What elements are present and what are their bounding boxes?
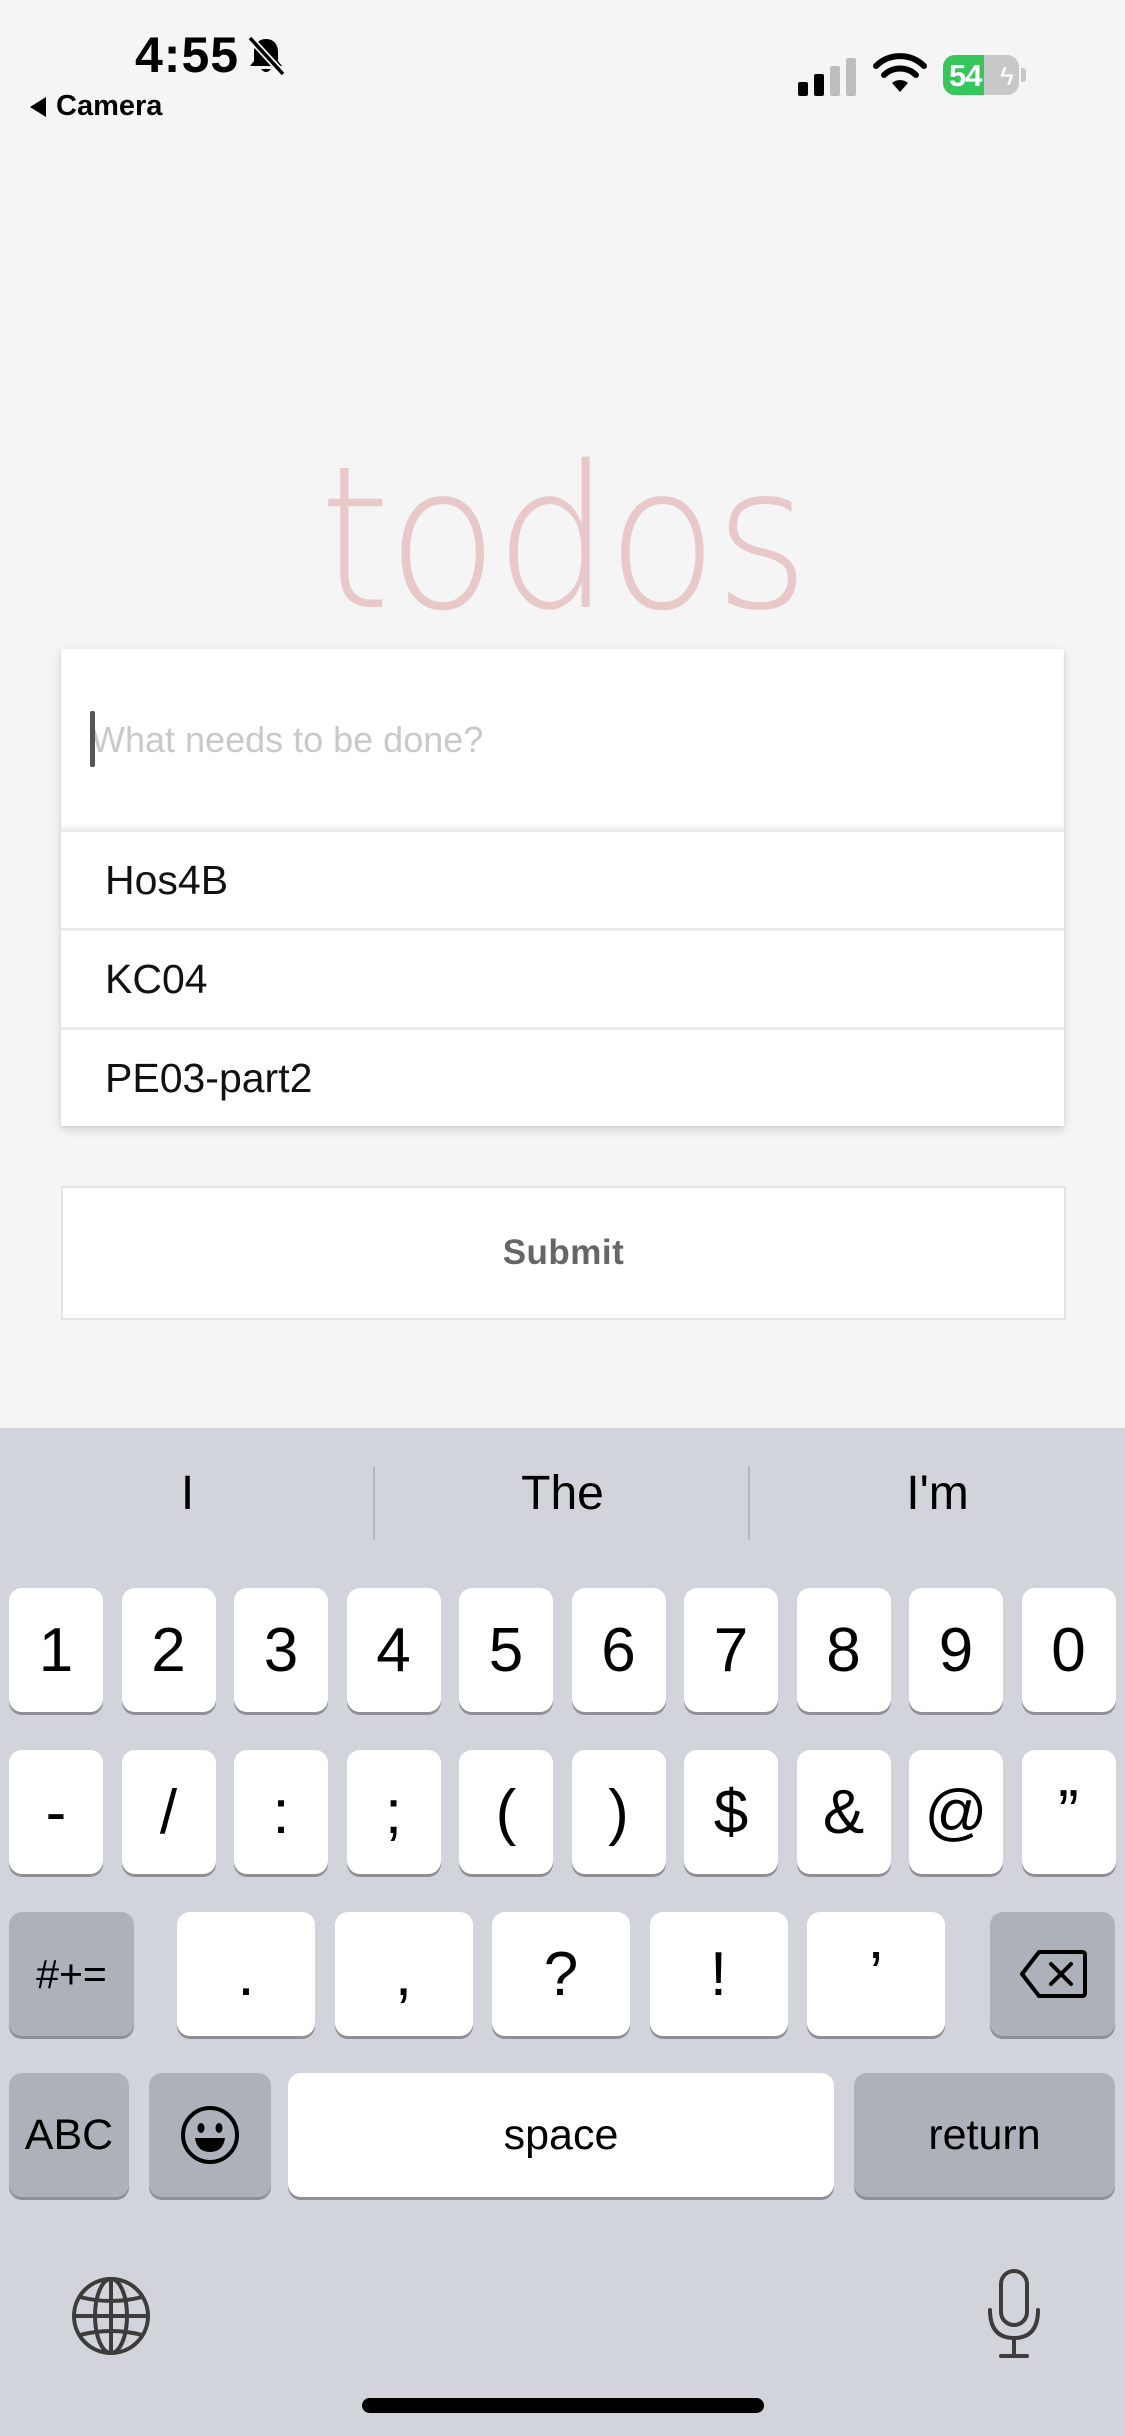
todo-item[interactable]: KC04 <box>61 928 1064 1027</box>
key[interactable]: ? <box>492 1912 630 2036</box>
key[interactable]: / <box>121 1750 216 1874</box>
key[interactable]: ) <box>571 1750 666 1874</box>
key[interactable]: ! <box>649 1912 788 2036</box>
app-title: todos <box>319 423 809 654</box>
key[interactable]: ’ <box>807 1912 945 2036</box>
suggestion-item[interactable]: The <box>375 1466 750 1521</box>
todo-item[interactable]: PE03-part2 <box>61 1027 1064 1126</box>
new-todo-input[interactable] <box>89 709 1023 771</box>
key[interactable]: 1 <box>9 1588 103 1712</box>
submit-button[interactable]: Submit <box>61 1186 1066 1320</box>
suggestion-item[interactable]: I'm <box>750 1466 1125 1521</box>
key[interactable]: 0 <box>1021 1588 1116 1712</box>
home-indicator[interactable] <box>362 2398 764 2413</box>
space-key[interactable]: space <box>288 2073 834 2197</box>
todo-list: Hos4B KC04 PE03-part2 <box>61 829 1064 1126</box>
status-bar: 4:55 Camera 54 ϟ <box>0 0 1125 130</box>
suggestion-item[interactable]: I <box>0 1466 375 1521</box>
bell-slash-icon <box>247 35 286 77</box>
microphone-icon[interactable] <box>985 2268 1043 2360</box>
key[interactable]: 8 <box>796 1588 891 1712</box>
cellular-signal-icon <box>798 58 856 96</box>
suggestion-bar: I The I'm <box>0 1428 1125 1578</box>
delete-backspace-icon <box>1019 1950 1087 1998</box>
key[interactable]: 6 <box>571 1588 666 1712</box>
back-arrow-icon <box>30 96 46 117</box>
emoji-key[interactable] <box>149 2073 271 2197</box>
todo-item[interactable]: Hos4B <box>61 829 1064 928</box>
abc-key[interactable]: ABC <box>9 2073 129 2197</box>
key[interactable]: 4 <box>346 1588 441 1712</box>
wifi-icon <box>873 53 927 92</box>
emoji-icon <box>181 2106 239 2164</box>
delete-key[interactable] <box>990 1912 1115 2036</box>
key[interactable]: , <box>334 1912 473 2036</box>
key[interactable]: ; <box>346 1750 441 1874</box>
text-caret <box>90 711 95 767</box>
keyboard: I The I'm 1234567890 - /:;() $ & @” #+= .,?!… <box>0 1428 1125 2436</box>
key[interactable]: - <box>9 1750 103 1874</box>
key[interactable]: : <box>234 1750 328 1874</box>
charging-bolt-icon: ϟ <box>1000 61 1014 91</box>
todo-card: Hos4BKC04PE03-part2 <box>61 649 1064 1126</box>
battery-percent: 54 <box>949 58 982 93</box>
globe-icon[interactable] <box>70 2275 152 2357</box>
key[interactable]: @ <box>909 1750 1003 1874</box>
battery-icon: 54 ϟ <box>943 55 1026 95</box>
symbols-key[interactable]: #+= <box>9 1912 134 2036</box>
key[interactable]: 3 <box>234 1588 328 1712</box>
key[interactable]: 5 <box>459 1588 553 1712</box>
key[interactable]: ” <box>1021 1750 1116 1874</box>
new-todo-row <box>61 649 1064 829</box>
key[interactable]: . <box>177 1912 315 2036</box>
key[interactable]: 7 <box>684 1588 778 1712</box>
back-app-label: Camera <box>56 90 163 122</box>
key[interactable]: $ <box>684 1750 778 1874</box>
key[interactable]: ( <box>459 1750 553 1874</box>
return-key[interactable]: return <box>854 2073 1115 2197</box>
key[interactable]: 2 <box>121 1588 216 1712</box>
key[interactable]: & <box>796 1750 891 1874</box>
status-time: 4:55 <box>135 27 240 83</box>
key[interactable]: 9 <box>909 1588 1003 1712</box>
back-to-camera-link[interactable]: Camera <box>30 90 162 123</box>
